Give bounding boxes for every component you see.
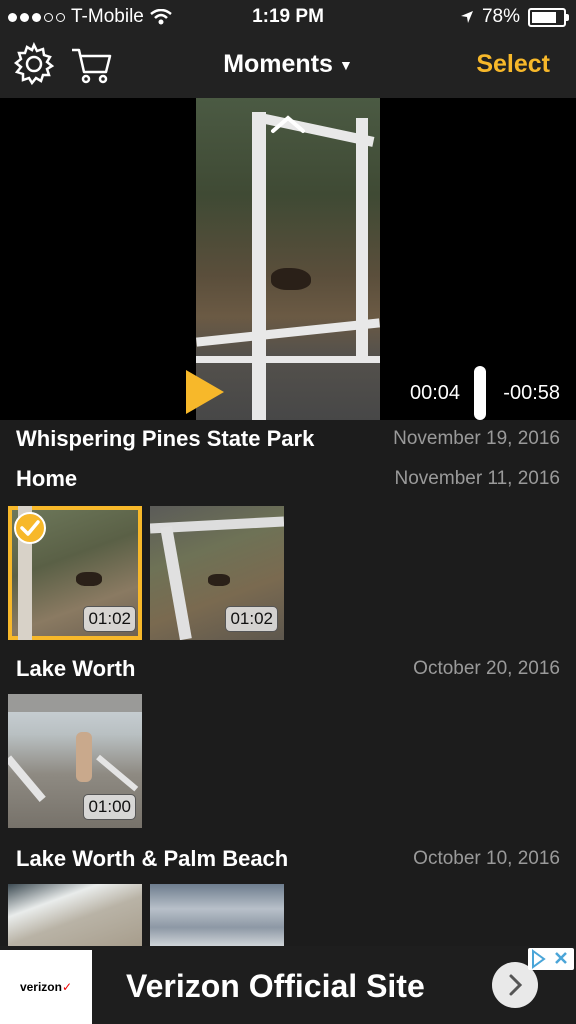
video-player[interactable] bbox=[0, 98, 576, 420]
chevron-up-icon[interactable] bbox=[270, 114, 306, 134]
verizon-logo: verizon ✓ bbox=[0, 950, 92, 1024]
section-header-whispering-pines: Whispering Pines State Park November 19,… bbox=[0, 420, 576, 458]
section-title: Lake Worth bbox=[16, 656, 136, 681]
video-thumbnail[interactable]: 01:00 bbox=[8, 694, 142, 828]
location-arrow-icon bbox=[460, 11, 473, 23]
section-header-lake-worth-palm-beach: Lake Worth & Palm Beach October 10, 2016 bbox=[0, 840, 576, 878]
status-right: 78% bbox=[460, 6, 569, 28]
scrubber-handle[interactable] bbox=[474, 366, 486, 420]
section-header-lake-worth: Lake Worth October 20, 2016 bbox=[0, 650, 576, 688]
section-date: November 19, 2016 bbox=[393, 428, 560, 449]
play-button[interactable] bbox=[186, 370, 224, 414]
ad-choices-icon[interactable] bbox=[528, 948, 574, 970]
ad-banner[interactable]: verizon ✓ Verizon Official Site bbox=[0, 946, 576, 1024]
elapsed-time: 00:04 bbox=[410, 382, 461, 404]
section-date: October 10, 2016 bbox=[413, 848, 560, 869]
duration-badge: 01:02 bbox=[225, 606, 278, 632]
video-thumbnail[interactable]: 01:02 bbox=[8, 506, 142, 640]
ad-headline: Verizon Official Site bbox=[126, 968, 425, 1004]
duration-badge: 01:00 bbox=[83, 794, 136, 820]
battery-icon bbox=[528, 7, 569, 27]
checkmark-icon bbox=[14, 512, 46, 544]
section-header-home: Home November 11, 2016 bbox=[0, 460, 576, 498]
video-thumbnail[interactable] bbox=[150, 884, 284, 946]
video-thumbnail[interactable]: 01:02 bbox=[150, 506, 284, 640]
remaining-time: -00:58 bbox=[503, 382, 560, 404]
navigation-bar: Moments ▼ Select bbox=[0, 34, 576, 98]
caret-down-icon: ▼ bbox=[338, 57, 353, 74]
video-thumbnail[interactable] bbox=[8, 884, 142, 946]
section-title: Lake Worth & Palm Beach bbox=[16, 846, 289, 871]
select-button[interactable]: Select bbox=[476, 50, 550, 79]
section-date: October 20, 2016 bbox=[413, 658, 560, 679]
section-title: Whispering Pines State Park bbox=[16, 426, 315, 451]
section-title: Home bbox=[16, 466, 78, 491]
battery-percent: 78% bbox=[481, 6, 520, 27]
status-bar: T-Mobile 1:19 PM 78% bbox=[0, 0, 576, 34]
page-title: Moments bbox=[223, 50, 333, 78]
duration-badge: 01:02 bbox=[83, 606, 136, 632]
section-date: November 11, 2016 bbox=[394, 468, 560, 489]
